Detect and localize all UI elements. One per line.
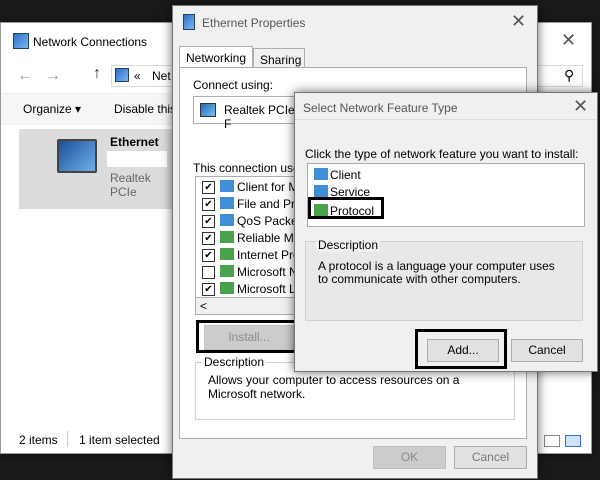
connection-name: Ethernet bbox=[110, 135, 159, 149]
adapter-field-text: Realtek PCIe F bbox=[224, 103, 295, 131]
protocol-component-icon bbox=[220, 248, 234, 260]
address-location-icon bbox=[115, 68, 129, 82]
adapter-name: Realtek PCIe bbox=[110, 171, 151, 199]
horizontal-scrollbar[interactable]: < bbox=[195, 297, 297, 315]
service-icon bbox=[314, 185, 328, 197]
description-text: Allows your computer to access resources… bbox=[208, 373, 460, 401]
close-icon[interactable]: ✕ bbox=[573, 97, 588, 115]
tab-sharing[interactable]: Sharing bbox=[253, 48, 305, 69]
ethernet-connection-item[interactable]: Ethernet Realtek PCIe bbox=[19, 129, 179, 209]
component-label: QoS Packet bbox=[237, 214, 302, 228]
item-count: 2 items bbox=[19, 433, 58, 447]
network-adapter-icon bbox=[57, 139, 97, 173]
component-checkbox[interactable]: ✔ bbox=[202, 215, 215, 228]
organize-button[interactable]: Organize ▾ bbox=[23, 102, 81, 116]
client-component-icon bbox=[220, 180, 234, 192]
dialog-title: Select Network Feature Type bbox=[303, 101, 458, 115]
components-label: This connection uses bbox=[193, 161, 306, 175]
client-icon bbox=[314, 168, 328, 180]
install-highlight-box bbox=[196, 320, 300, 353]
select-network-feature-dialog: Select Network Feature Type ✕ Click the … bbox=[294, 92, 598, 372]
description-text: A protocol is a language your computer u… bbox=[318, 259, 555, 286]
service-component-icon bbox=[220, 214, 234, 226]
component-checkbox[interactable]: ✔ bbox=[202, 232, 215, 245]
components-list: ✔ Client for Mic ✔ File and Print ✔ QoS … bbox=[195, 176, 310, 300]
protocol-component-icon bbox=[220, 282, 234, 294]
description-label: Description bbox=[316, 238, 381, 252]
selected-count: 1 item selected bbox=[79, 433, 160, 447]
component-checkbox[interactable]: ✔ bbox=[202, 283, 215, 296]
protocol-component-icon bbox=[220, 231, 234, 243]
feature-option-label: Client bbox=[330, 168, 361, 182]
adapter-field: Realtek PCIe F bbox=[193, 96, 305, 131]
details-view-icon[interactable] bbox=[544, 435, 560, 447]
description-group: Description A protocol is a language you… bbox=[305, 238, 583, 321]
window-title: Network Connections bbox=[33, 35, 148, 49]
scroll-left-icon[interactable]: < bbox=[200, 299, 207, 313]
back-icon[interactable]: ← bbox=[17, 67, 33, 85]
description-label: Description bbox=[202, 355, 267, 369]
search-icon[interactable]: ⚲ bbox=[564, 67, 574, 84]
connect-using-label: Connect using: bbox=[193, 78, 274, 92]
disable-device-button[interactable]: Disable this bbox=[114, 102, 176, 116]
adapter-icon bbox=[200, 103, 216, 117]
protocol-highlight-box bbox=[308, 197, 384, 219]
forward-icon[interactable]: → bbox=[45, 67, 61, 85]
title-divider bbox=[295, 119, 597, 120]
close-icon[interactable]: ✕ bbox=[561, 31, 576, 49]
network-connections-app-icon bbox=[13, 33, 29, 49]
ok-button[interactable]: OK bbox=[373, 446, 446, 469]
cancel-button[interactable]: Cancel bbox=[511, 339, 583, 362]
up-icon[interactable]: ↑ bbox=[93, 65, 101, 83]
address-text: Net bbox=[152, 69, 171, 83]
protocol-component-icon bbox=[220, 265, 234, 277]
feature-prompt: Click the type of network feature you wa… bbox=[305, 147, 579, 161]
add-highlight-box bbox=[415, 329, 507, 369]
component-checkbox[interactable]: ✔ bbox=[202, 181, 215, 194]
address-prefix: « bbox=[134, 69, 141, 83]
cancel-button[interactable]: Cancel bbox=[454, 446, 527, 469]
connection-status-redacted bbox=[107, 151, 167, 167]
dialog-title: Ethernet Properties bbox=[202, 16, 306, 30]
component-checkbox[interactable] bbox=[202, 266, 215, 279]
large-icons-view-icon[interactable] bbox=[565, 435, 581, 447]
component-checkbox[interactable]: ✔ bbox=[202, 198, 215, 211]
status-divider bbox=[67, 431, 68, 447]
service-component-icon bbox=[220, 197, 234, 209]
component-checkbox[interactable]: ✔ bbox=[202, 249, 215, 262]
close-icon[interactable]: ✕ bbox=[511, 12, 526, 30]
properties-app-icon bbox=[183, 14, 195, 30]
